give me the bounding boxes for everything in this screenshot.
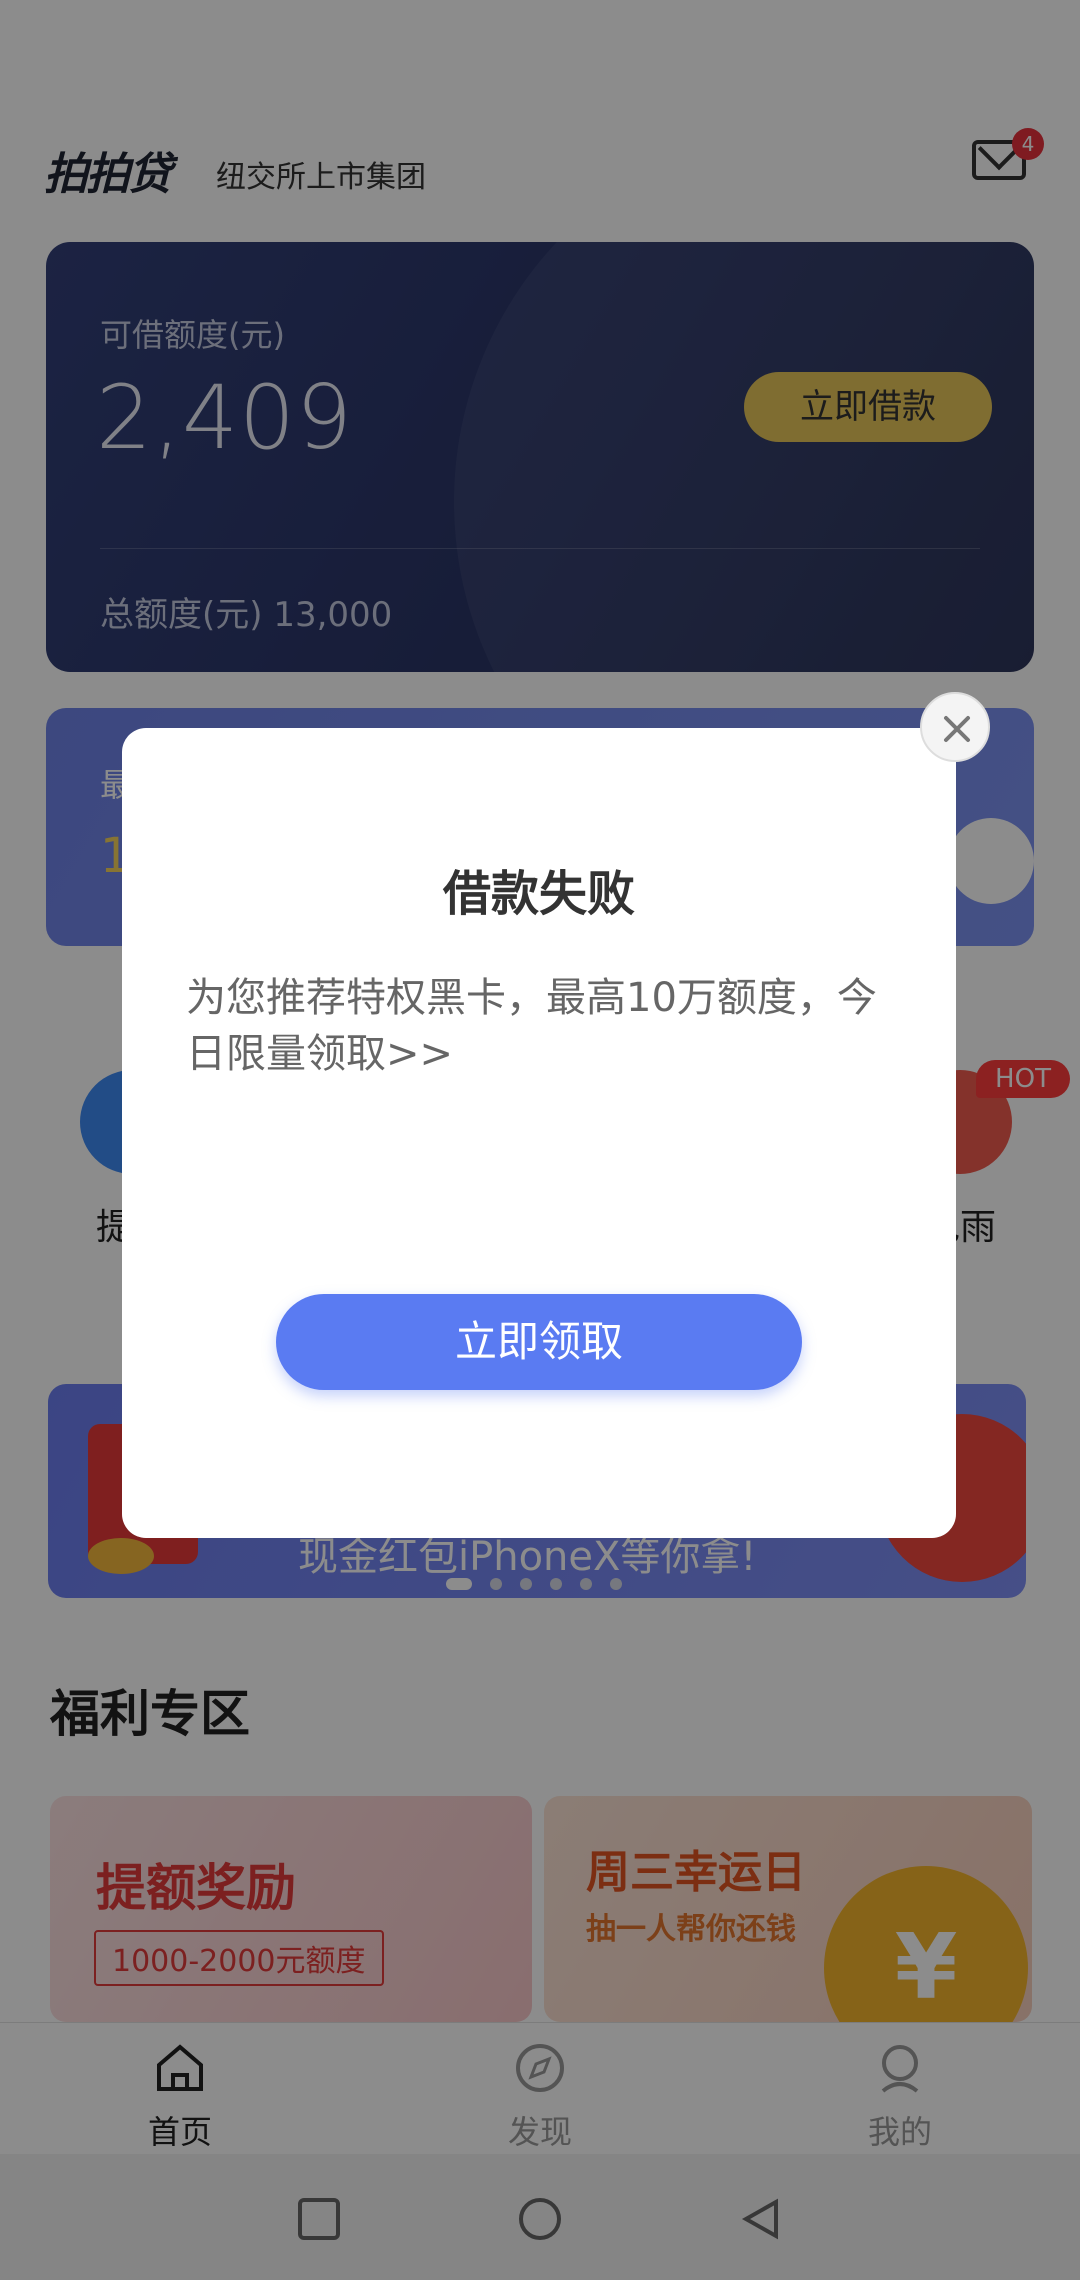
close-icon (944, 716, 970, 742)
dialog-close-button[interactable] (920, 692, 990, 762)
dialog-title: 借款失败 (442, 866, 635, 922)
dialog-message: 为您推荐特权黑卡，最高10万额度，今日限量领取>> (186, 975, 877, 1077)
claim-now-button[interactable]: 立即领取 (276, 1294, 802, 1390)
loan-failed-dialog: 借款失败 为您推荐特权黑卡，最高10万额度，今日限量领取>> 立即领取 (122, 728, 956, 1538)
